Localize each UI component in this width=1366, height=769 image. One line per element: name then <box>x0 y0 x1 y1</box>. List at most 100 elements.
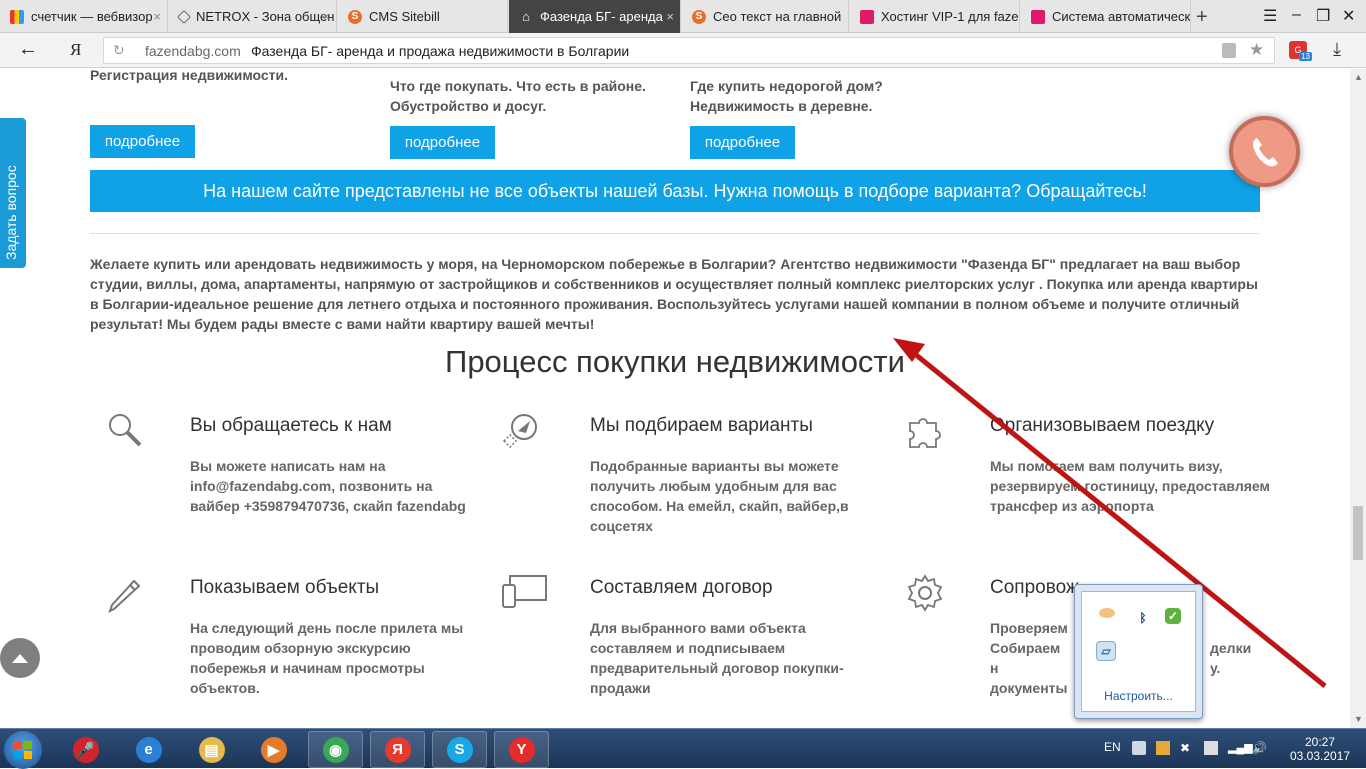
signal-icon[interactable]: ▂▄▆ <box>1228 741 1253 755</box>
taskbar-item-yandex-browser[interactable]: Я <box>370 731 425 768</box>
close-icon[interactable]: × <box>153 9 161 24</box>
devices-icon <box>502 575 547 608</box>
step-1-title: Вы обращаетесь к нам <box>190 415 392 436</box>
microphone-icon: 🎤 <box>72 736 99 763</box>
tab-title: Фазенда БГ- аренда <box>540 9 663 24</box>
step-3-text: Мы помогаем вам получить визу, резервиру… <box>990 458 1270 514</box>
restore-button[interactable]: ❐ <box>1316 6 1330 26</box>
back-button[interactable]: ← <box>18 38 38 61</box>
browser-tab-bar: счетчик — вебвизор × NETROX - Зона общен… <box>0 0 1366 33</box>
callback-button[interactable] <box>1229 116 1300 187</box>
close-icon[interactable]: × <box>322 9 330 24</box>
netrox-icon <box>176 9 192 24</box>
url-field[interactable]: ↻ fazendabg.com Фазенда БГ- аренда и про… <box>103 37 1275 64</box>
customize-link[interactable]: Настроить... <box>1082 689 1195 703</box>
tab-system[interactable]: Система автоматическ <box>1021 0 1191 33</box>
scroll-to-top-button[interactable] <box>0 638 40 678</box>
close-window-button[interactable]: ✕ <box>1342 6 1355 26</box>
skype-icon: S <box>446 736 473 763</box>
yandex-icon: Y <box>508 736 535 763</box>
url-page-title[interactable]: Фазенда БГ- аренда и продажа недвижимост… <box>251 43 629 59</box>
url-domain[interactable]: fazendabg.com <box>145 43 241 59</box>
tab-netrox[interactable]: NETROX - Зона общен × <box>169 0 337 33</box>
new-tab-button[interactable]: + <box>1196 6 1208 29</box>
clock[interactable]: 20:27 03.03.2017 <box>1290 735 1350 763</box>
gear-icon <box>907 574 943 612</box>
tab-title: CMS Sitebill <box>369 9 440 24</box>
step-5-text: Для выбранного вами объекта составляем и… <box>590 620 844 696</box>
yandex-browser-icon: Я <box>384 736 411 763</box>
taskbar-item-yandex[interactable]: Y <box>494 731 549 768</box>
column-3-text: Где купить недорогой дом? Недвижимость в… <box>690 78 883 114</box>
ask-question-tab[interactable]: Задать вопрос <box>0 118 26 268</box>
lock-icon[interactable] <box>1222 43 1236 58</box>
scrollbar-thumb[interactable] <box>1353 506 1363 560</box>
tab-vebvizor[interactable]: счетчик — вебвизор × <box>0 0 168 33</box>
step-5-title: Составляем договор <box>590 577 773 598</box>
step-6-title: Сопровож <box>990 577 1079 598</box>
app-tray-icon[interactable] <box>1099 608 1115 618</box>
menu-icon[interactable]: ☰ <box>1263 6 1277 26</box>
tab-sitebill[interactable]: S CMS Sitebill <box>338 0 508 33</box>
reload-icon[interactable]: ↻ <box>113 42 125 59</box>
more-button-1[interactable]: подробнее <box>90 125 195 158</box>
clock-time: 20:27 <box>1304 735 1336 749</box>
sitebill-icon: S <box>348 9 362 24</box>
system-tray: EN ✖ ▂▄▆ 🔊 20:27 03.03.2017 <box>1100 729 1366 769</box>
tab-title: счетчик — вебвизор <box>31 9 153 24</box>
tray-popup-panel: ᛒ ✓ ▱ Настроить... <box>1081 591 1196 712</box>
flag-icon[interactable] <box>1156 741 1170 755</box>
divider <box>90 233 1260 234</box>
close-icon[interactable]: × <box>666 9 674 24</box>
tab-hosting[interactable]: Хостинг VIP-1 для faze <box>850 0 1020 33</box>
tab-seo[interactable]: S Сео текст на главной <box>682 0 849 33</box>
show-hidden-icons-button[interactable] <box>1132 741 1146 755</box>
more-button-3[interactable]: подробнее <box>690 126 795 159</box>
yandex-logo[interactable]: Я <box>70 40 81 60</box>
network-icon[interactable]: ▱ <box>1096 641 1116 661</box>
step-6-text: Проверяем Собираем н документы <box>990 620 1068 696</box>
help-banner[interactable]: На нашем сайте представлены не все объек… <box>90 170 1260 212</box>
taskbar-item-skype[interactable]: S <box>432 731 487 768</box>
phone-icon <box>1252 137 1278 166</box>
tab-title: Хостинг VIP-1 для faze <box>881 9 1019 24</box>
windows-logo-icon <box>14 741 32 759</box>
scroll-down-arrow[interactable]: ▼ <box>1354 714 1363 724</box>
ask-question-label[interactable]: Задать вопрос <box>3 120 19 260</box>
minimize-button[interactable]: – <box>1292 6 1301 24</box>
shield-icon[interactable]: ✓ <box>1165 608 1181 624</box>
process-title: Процесс покупки недвижимости <box>445 344 905 379</box>
extension-badge: 13 <box>1299 52 1312 61</box>
taskbar-item-folder[interactable]: ▤ <box>184 731 239 768</box>
more-button-2[interactable]: подробнее <box>390 126 495 159</box>
page-scrollbar[interactable]: ▲ ▼ <box>1350 69 1366 728</box>
tab-title: Сео текст на главной <box>713 9 842 24</box>
taskbar-item-internet-explorer[interactable]: e <box>121 731 176 768</box>
device-icon[interactable] <box>1204 741 1218 755</box>
clock-date: 03.03.2017 <box>1290 749 1351 763</box>
tray-overflow-popup: ᛒ ✓ ▱ Настроить... <box>1074 584 1203 719</box>
pencil-icon <box>108 579 141 613</box>
address-bar: ← Я ↻ fazendabg.com Фазенда БГ- аренда и… <box>0 33 1366 68</box>
volume-icon[interactable]: 🔊 <box>1252 741 1267 755</box>
taskbar-item-chrome[interactable]: ◉ <box>308 731 363 768</box>
scroll-up-arrow[interactable]: ▲ <box>1354 72 1363 82</box>
step-6-text-right: делки у. <box>1210 640 1252 676</box>
chrome-icon: ◉ <box>322 736 349 763</box>
taskbar-item-microphone[interactable]: 🎤 <box>58 731 113 768</box>
column-1-text: Регистрация недвижимости. <box>90 69 289 83</box>
internet-explorer-icon: e <box>135 736 162 763</box>
start-button[interactable] <box>4 731 42 769</box>
taskbar-item-media-player[interactable]: ▶ <box>246 731 301 768</box>
download-icon[interactable]: ⤓ <box>1333 39 1341 60</box>
chevron-up-icon <box>12 654 28 663</box>
language-indicator[interactable]: EN <box>1104 740 1121 754</box>
bluetooth-icon[interactable]: ᛒ <box>1133 608 1153 628</box>
step-2-title: Мы подбираем варианты <box>590 415 813 436</box>
tab-fazenda[interactable]: ⌂ Фазенда БГ- аренда × <box>509 0 681 33</box>
step-3-title: Организовываем поездку <box>990 415 1215 436</box>
bookmark-star-icon[interactable]: ★ <box>1249 40 1264 60</box>
step-1-text: Вы можете написать нам на info@fazendabg… <box>190 458 466 514</box>
action-center-icon[interactable]: ✖ <box>1180 741 1194 755</box>
hosting-icon <box>1031 9 1045 24</box>
